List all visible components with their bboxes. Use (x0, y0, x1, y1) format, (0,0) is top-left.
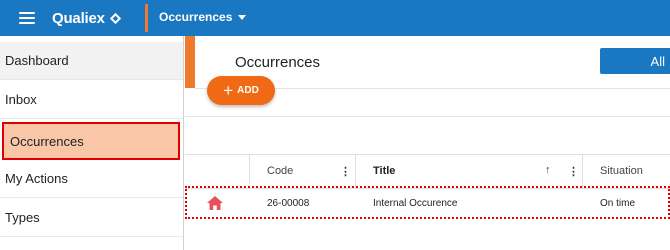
sidebar-item-my-actions[interactable]: My Actions (0, 160, 183, 198)
sidebar: Dashboard Inbox Occurrences My Actions T… (0, 36, 184, 250)
filter-all-button[interactable]: All (600, 48, 670, 74)
sidebar-item-label: Types (5, 210, 40, 225)
sidebar-item-occurrences[interactable]: Occurrences (2, 122, 180, 160)
home-icon (207, 196, 223, 210)
sidebar-item-label: Occurrences (10, 133, 84, 149)
main-content: Occurrences All + ADD Code ⋮ Title ↑ ⋮ S… (185, 36, 670, 250)
column-separator (582, 155, 583, 189)
toolbar-divider (185, 116, 670, 117)
table-row[interactable]: 26-00008 Internal Occurence On time (185, 186, 670, 219)
sidebar-item-inbox[interactable]: Inbox (0, 81, 183, 119)
column-header-title[interactable]: Title (373, 165, 395, 177)
column-menu-icon[interactable]: ⋮ (568, 165, 579, 178)
chevron-down-icon (238, 14, 247, 20)
logo-mark-icon (109, 12, 121, 24)
column-menu-icon[interactable]: ⋮ (340, 165, 351, 178)
sidebar-item-label: My Actions (5, 171, 68, 186)
module-selector[interactable]: Occurrences (159, 10, 247, 24)
column-separator (249, 155, 250, 189)
add-button-label: ADD (237, 85, 259, 96)
column-separator (355, 155, 356, 189)
menu-icon[interactable] (19, 12, 35, 24)
table-header: Code ⋮ Title ↑ ⋮ Situation (185, 154, 670, 189)
sidebar-item-label: Inbox (5, 92, 37, 107)
column-header-situation[interactable]: Situation (600, 165, 643, 177)
brand-name: Qualiex (52, 9, 105, 27)
page-title: Occurrences (235, 54, 321, 71)
topbar-divider (145, 4, 148, 32)
brand-logo[interactable]: Qualiex (52, 8, 123, 28)
cell-situation: On time (600, 198, 636, 209)
cell-code: 26-00008 (267, 198, 310, 209)
module-label: Occurrences (159, 10, 233, 24)
sort-ascending-icon[interactable]: ↑ (545, 164, 551, 176)
cell-title: Internal Occurence (373, 198, 458, 209)
top-bar: Qualiex Occurrences (0, 0, 670, 36)
column-header-code[interactable]: Code (267, 165, 293, 177)
sidebar-item-types[interactable]: Types (0, 199, 183, 237)
add-button[interactable]: + ADD (207, 76, 275, 105)
sidebar-item-dashboard[interactable]: Dashboard (0, 42, 183, 80)
header-accent-bar (185, 36, 195, 88)
sidebar-item-label: Dashboard (5, 53, 69, 68)
plus-icon: + (223, 81, 234, 100)
